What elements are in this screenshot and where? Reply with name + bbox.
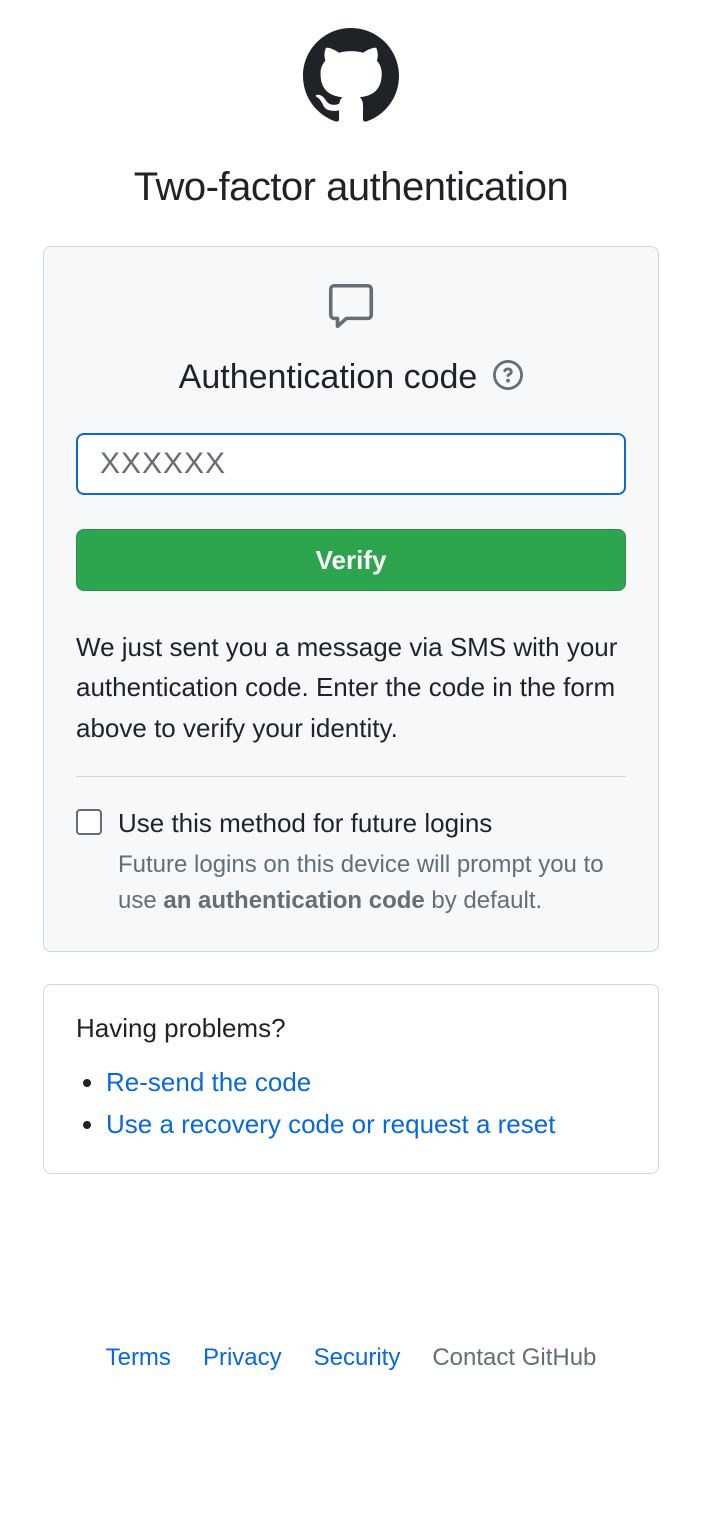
divider [76, 776, 626, 777]
problems-panel: Having problems? Re-send the code Use a … [43, 984, 659, 1174]
list-item: Re-send the code [106, 1062, 626, 1104]
help-icon[interactable] [493, 360, 523, 395]
list-item: Use a recovery code or request a reset [106, 1104, 626, 1146]
footer-terms-link[interactable]: Terms [106, 1344, 171, 1372]
section-title: Authentication code [179, 358, 478, 397]
future-logins-label[interactable]: Use this method for future logins [118, 808, 492, 838]
info-text: We just sent you a message via SMS with … [76, 627, 626, 748]
footer-contact-link[interactable]: Contact GitHub [432, 1344, 596, 1372]
problems-title: Having problems? [76, 1013, 626, 1044]
footer-privacy-link[interactable]: Privacy [203, 1344, 282, 1372]
footer: Terms Privacy Security Contact GitHub [86, 1324, 617, 1392]
future-logins-checkbox[interactable] [76, 809, 102, 835]
footer-security-link[interactable]: Security [314, 1344, 401, 1372]
recovery-code-link[interactable]: Use a recovery code or request a reset [106, 1109, 555, 1139]
page-title: Two-factor authentication [134, 165, 568, 210]
auth-panel: Authentication code Verify We just sent … [43, 246, 659, 952]
verify-button[interactable]: Verify [76, 529, 626, 591]
resend-code-link[interactable]: Re-send the code [106, 1067, 311, 1097]
future-logins-hint: Future logins on this device will prompt… [118, 847, 626, 919]
authentication-code-input[interactable] [76, 433, 626, 495]
github-logo-icon[interactable] [303, 28, 399, 129]
sms-message-icon [324, 279, 378, 338]
